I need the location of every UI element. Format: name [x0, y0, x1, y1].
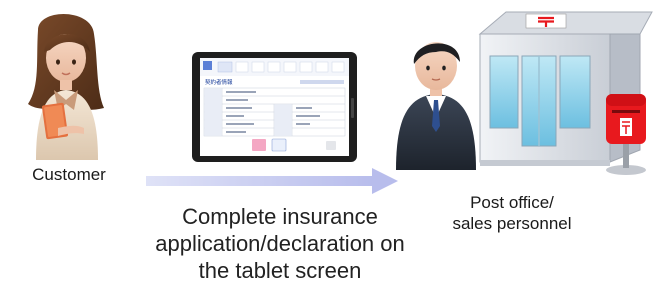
mailbox-icon [606, 94, 646, 175]
tablet-button-pink[interactable] [252, 139, 266, 151]
customer-label: Customer [32, 165, 106, 184]
tablet-device: 契約者情報 [192, 52, 357, 162]
tablet-button-blue[interactable] [271, 138, 287, 152]
tablet-title: 契約者情報 [205, 78, 233, 86]
post-office-label: Post office/ sales personnel [432, 192, 592, 234]
caption-text: Complete insurance application/declarati… [155, 204, 405, 283]
customer-figure [28, 13, 104, 160]
sales-personnel-figure [396, 42, 476, 170]
post-office-label-line2: sales personnel [452, 214, 572, 233]
post-office-label-line1: Post office/ [470, 193, 554, 212]
flow-arrow [146, 168, 398, 194]
